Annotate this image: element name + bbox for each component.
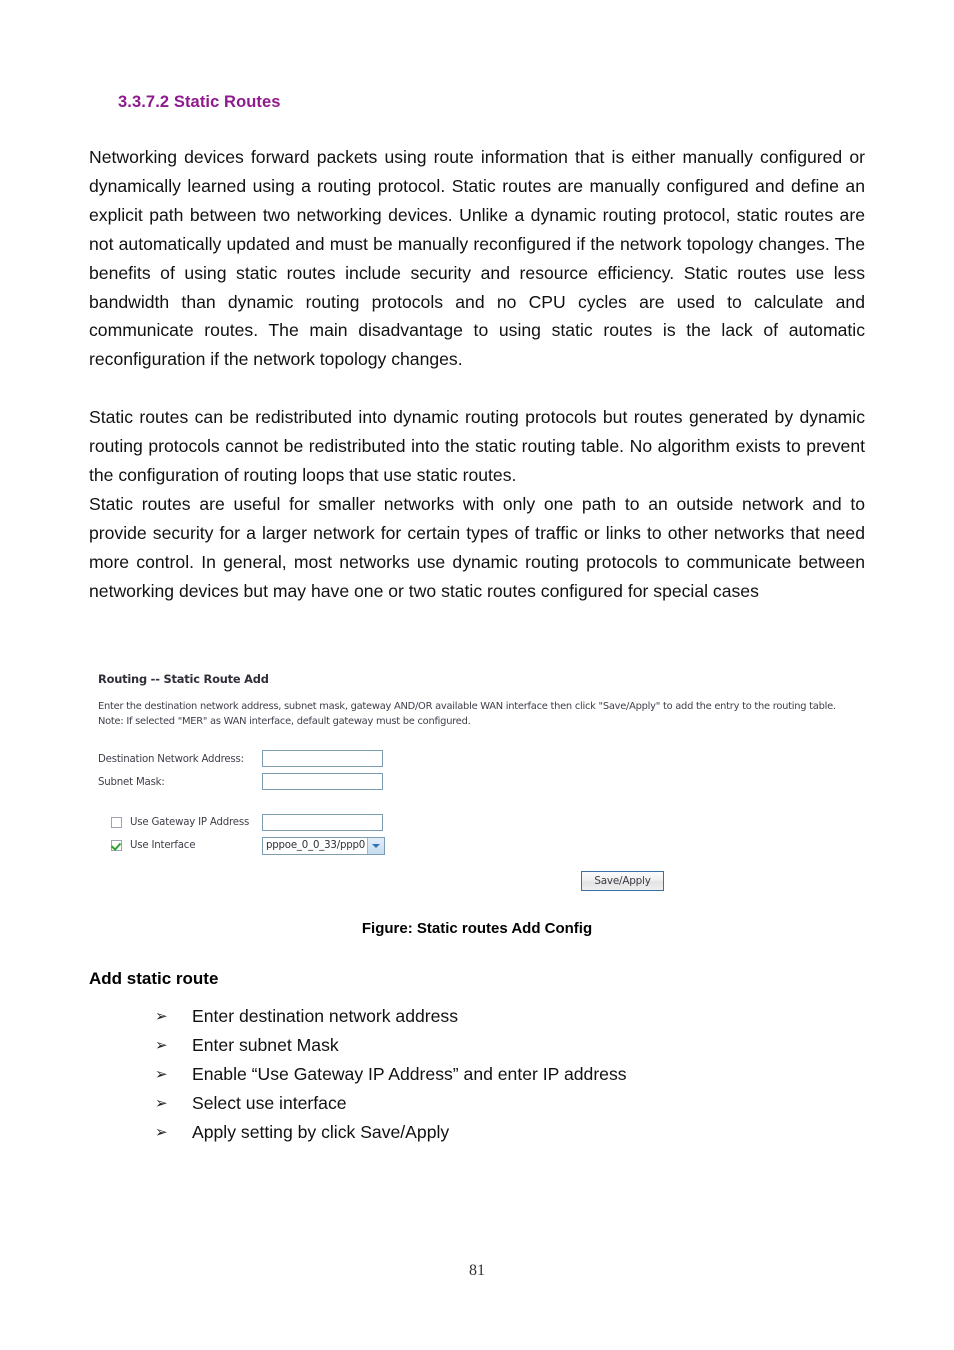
paragraph-text: Networking devices forward packets using…: [89, 147, 865, 370]
description-line-1: Enter the destination network address, s…: [98, 701, 836, 712]
list-item: ➢ Select use interface: [155, 1089, 875, 1118]
form-spacer: [98, 796, 518, 814]
chevron-down-icon[interactable]: [367, 838, 384, 854]
page-title: 3.3.7.2 Static Routes: [118, 93, 281, 111]
destination-network-address-label: Destination Network Address:: [98, 754, 244, 765]
add-static-route-heading: Add static route: [89, 969, 219, 988]
static-route-form: Destination Network Address: Subnet Mask…: [98, 750, 518, 860]
paragraph-usecases: Static routes are useful for smaller net…: [89, 490, 865, 606]
use-interface-row: Use Interface pppoe_0_0_33/ppp0: [98, 837, 518, 860]
interface-select[interactable]: pppoe_0_0_33/ppp0: [262, 837, 385, 855]
interface-select-value: pppoe_0_0_33/ppp0: [266, 840, 366, 851]
use-gateway-ip-checkbox[interactable]: [111, 817, 122, 828]
paragraph-redistribution: Static routes can be redistributed into …: [89, 403, 865, 490]
gateway-ip-input[interactable]: [262, 814, 383, 831]
subnet-mask-input[interactable]: [262, 773, 383, 790]
subnet-mask-label: Subnet Mask:: [98, 777, 165, 788]
paragraph-text: Static routes can be redistributed into …: [89, 407, 865, 485]
use-gateway-ip-row: Use Gateway IP Address: [98, 814, 518, 837]
use-interface-checkbox[interactable]: [111, 840, 122, 851]
destination-network-address-row: Destination Network Address:: [98, 750, 518, 773]
router-static-route-screenshot: Routing -- Static Route Add Enter the de…: [89, 660, 879, 910]
page-number: 81: [469, 1262, 485, 1279]
arrow-bullet-icon: ➢: [155, 1094, 168, 1112]
document-page: 3.3.7.2 Static Routes Networking devices…: [0, 0, 954, 1350]
arrow-bullet-icon: ➢: [155, 1036, 168, 1054]
instruction-steps-list: ➢ Enter destination network address ➢ En…: [155, 1002, 875, 1147]
list-item-label: Apply setting by click Save/Apply: [192, 1122, 450, 1142]
destination-network-address-input[interactable]: [262, 750, 383, 767]
arrow-bullet-icon: ➢: [155, 1007, 168, 1025]
subnet-mask-row: Subnet Mask:: [98, 773, 518, 796]
list-item: ➢ Apply setting by click Save/Apply: [155, 1118, 875, 1147]
list-item-label: Enable “Use Gateway IP Address” and ente…: [192, 1064, 627, 1084]
paragraph-intro: Networking devices forward packets using…: [89, 143, 865, 374]
figure-caption: Figure: Static routes Add Config: [361, 920, 593, 937]
description-line-2: Note: If selected "MER" as WAN interface…: [98, 715, 471, 727]
use-gateway-ip-label: Use Gateway IP Address: [130, 817, 250, 828]
list-item-label: Enter subnet Mask: [192, 1035, 339, 1055]
list-item: ➢ Enter subnet Mask: [155, 1031, 875, 1060]
arrow-bullet-icon: ➢: [155, 1065, 168, 1083]
arrow-bullet-icon: ➢: [155, 1123, 168, 1141]
list-item: ➢ Enter destination network address: [155, 1002, 875, 1031]
router-panel-title: Routing -- Static Route Add: [98, 672, 269, 686]
router-panel-description: Enter the destination network address, s…: [98, 700, 878, 729]
list-item-label: Select use interface: [192, 1093, 347, 1113]
use-interface-label: Use Interface: [130, 840, 196, 851]
save-apply-button[interactable]: Save/Apply: [581, 871, 664, 891]
list-item-label: Enter destination network address: [192, 1006, 459, 1026]
list-item: ➢ Enable “Use Gateway IP Address” and en…: [155, 1060, 875, 1089]
paragraph-text: Static routes are useful for smaller net…: [89, 494, 865, 601]
